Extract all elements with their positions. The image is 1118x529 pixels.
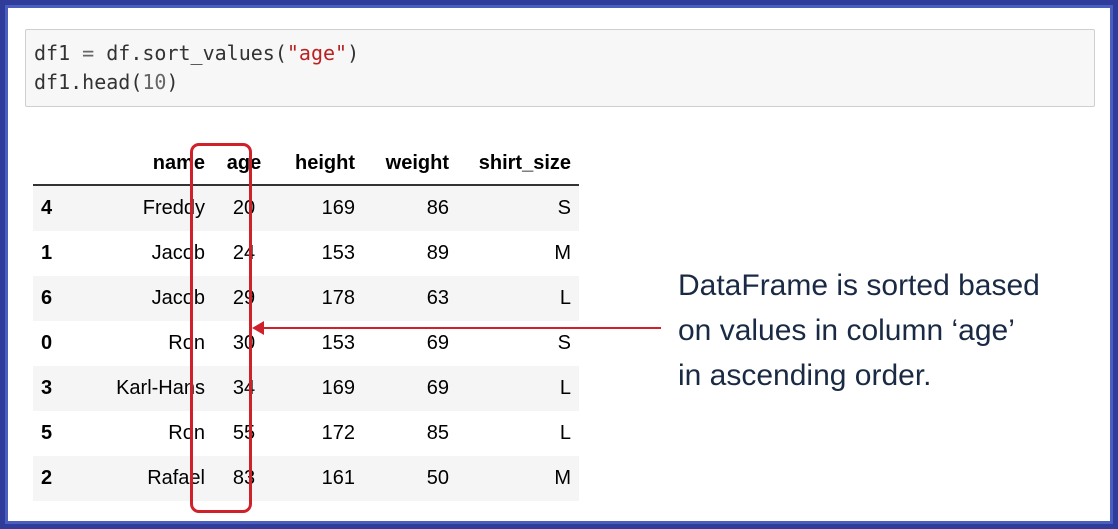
cell-weight: 89 — [426, 242, 449, 264]
code-cell[interactable]: df1 = df.sort_values("age") df1.head(10) — [25, 29, 1095, 107]
cell-shirt-size: L — [559, 422, 571, 444]
table-row: 4 Freddy 20 169 86 S — [33, 185, 579, 231]
cell-weight: 63 — [426, 287, 449, 309]
cell-height: 169 — [321, 197, 355, 219]
cell-shirt-size: M — [554, 467, 571, 489]
age-column-highlight-box — [190, 143, 252, 513]
slide-frame: df1 = df.sort_values("age") df1.head(10)… — [0, 0, 1118, 529]
code-line-1: df1 = df.sort_values("age") — [34, 39, 1094, 68]
row-index: 5 — [41, 422, 53, 444]
column-header-height: height — [275, 142, 363, 186]
column-header-weight: weight — [363, 142, 457, 186]
row-index: 6 — [41, 287, 53, 309]
code-string-arg: "age" — [286, 41, 348, 65]
code-call: df1.head( — [34, 70, 143, 94]
annotation-text: DataFrame is sorted based on values in c… — [678, 263, 1098, 398]
cell-weight: 69 — [426, 377, 449, 399]
table-row: 1 Jacob 24 153 89 M — [33, 231, 579, 276]
row-index: 1 — [41, 242, 53, 264]
cell-weight: 86 — [426, 197, 449, 219]
cell-shirt-size: L — [559, 287, 571, 309]
cell-height: 169 — [321, 377, 355, 399]
code-close: ) — [166, 70, 179, 94]
annotation-line-3: in ascending order. — [678, 359, 932, 392]
arrow-head-icon — [252, 321, 264, 335]
column-header-index — [33, 142, 87, 186]
cell-shirt-size: M — [554, 242, 571, 264]
annotation-line-2: on values in column ‘age’ — [678, 314, 1015, 347]
arrow-line — [261, 327, 661, 329]
annotation-line-1: DataFrame is sorted based — [678, 269, 1040, 302]
cell-shirt-size: S — [557, 197, 571, 219]
cell-height: 178 — [321, 287, 355, 309]
code-line-2: df1.head(10) — [34, 68, 1094, 97]
cell-weight: 85 — [426, 422, 449, 444]
row-index: 4 — [41, 197, 53, 219]
code-var: df1 — [34, 41, 71, 65]
row-index: 3 — [41, 377, 53, 399]
code-number-arg: 10 — [142, 70, 167, 94]
cell-shirt-size: L — [559, 377, 571, 399]
code-close: ) — [347, 41, 360, 65]
table-row: 2 Rafael 83 161 50 M — [33, 456, 579, 501]
cell-height: 172 — [321, 422, 355, 444]
cell-height: 153 — [321, 242, 355, 264]
dataframe-output-table: name age height weight shirt_size 4 Fred… — [33, 142, 579, 501]
code-call: df.sort_values( — [106, 41, 287, 65]
code-operator: = — [70, 41, 107, 65]
table-row: 6 Jacob 29 178 63 L — [33, 276, 579, 321]
cell-weight: 50 — [426, 467, 449, 489]
table-row: 3 Karl-Hans 34 169 69 L — [33, 366, 579, 411]
row-index: 0 — [41, 332, 53, 354]
table-header-row: name age height weight shirt_size — [33, 142, 579, 186]
row-index: 2 — [41, 467, 53, 489]
table-row: 5 Ron 55 172 85 L — [33, 411, 579, 456]
column-header-shirt-size: shirt_size — [457, 142, 579, 186]
cell-height: 161 — [321, 467, 355, 489]
